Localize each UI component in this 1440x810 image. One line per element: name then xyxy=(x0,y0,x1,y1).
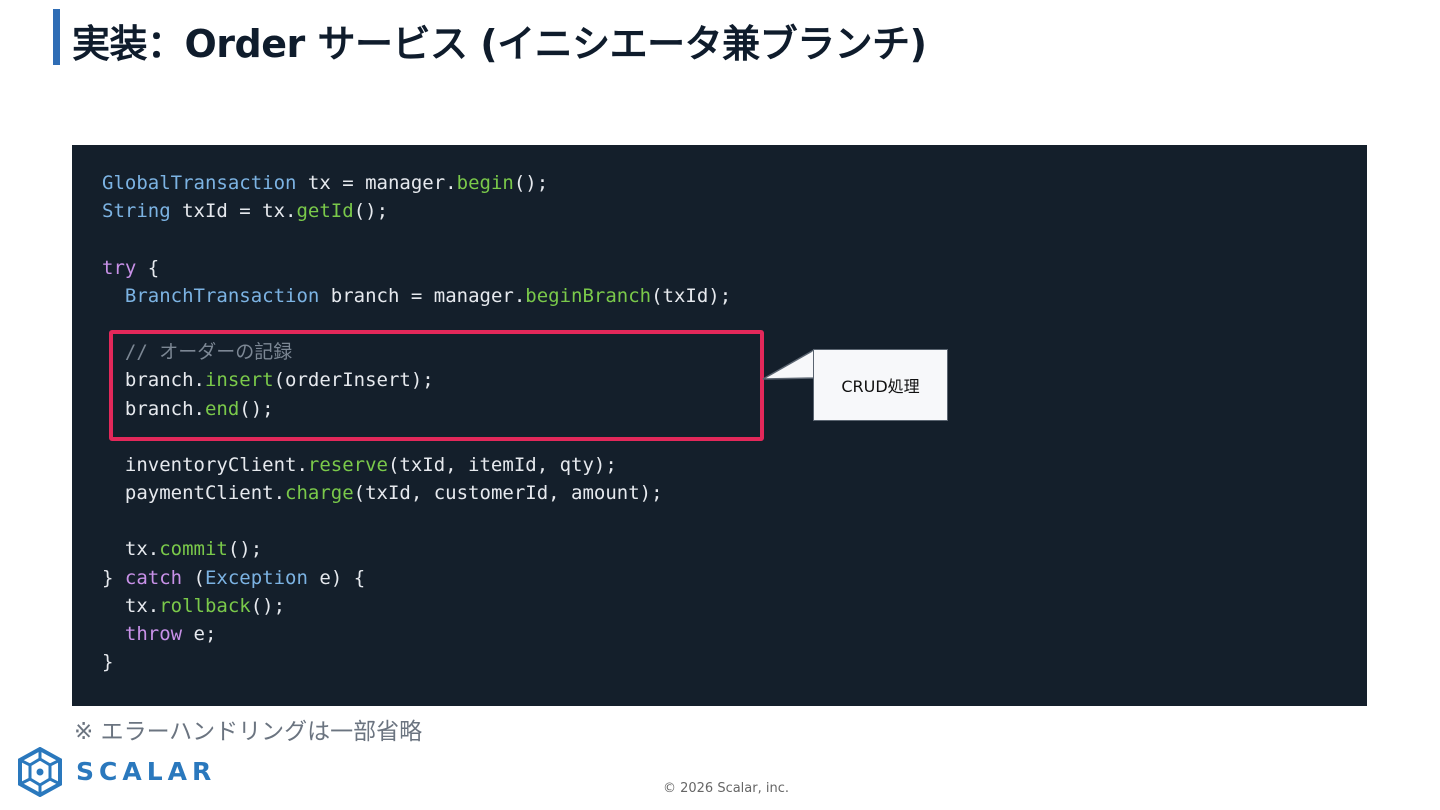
code-token: GlobalTransaction xyxy=(102,172,297,194)
code-token: { xyxy=(136,256,160,279)
code-token: (); xyxy=(250,594,286,617)
callout-pointer xyxy=(762,348,816,380)
code-token: (txId, customerId, amount); xyxy=(353,482,663,505)
code-line: throw e; xyxy=(102,620,731,648)
code-token: inventoryClient. xyxy=(102,453,308,476)
highlight-box xyxy=(109,330,764,441)
code-token: tx. xyxy=(102,594,160,617)
code-line: String txId = tx.getId(); xyxy=(102,197,731,225)
code-token: String xyxy=(102,200,171,223)
code-token: ( xyxy=(182,566,205,589)
code-token: reserve xyxy=(307,453,388,476)
code-token: tx. xyxy=(102,538,160,561)
code-token: } xyxy=(102,566,125,589)
footnote: ※ エラーハンドリングは一部省略 xyxy=(74,719,423,745)
code-token: branch = manager. xyxy=(319,284,526,307)
callout-label: CRUD処理 xyxy=(813,349,948,421)
code-line: BranchTransaction branch = manager.begin… xyxy=(102,282,731,310)
code-line: } catch (Exception e) { xyxy=(102,564,731,592)
code-token: try xyxy=(102,256,137,279)
code-token: (txId); xyxy=(651,284,732,307)
code-token: (); xyxy=(227,538,263,561)
code-line: tx.rollback(); xyxy=(102,592,731,620)
code-token: charge xyxy=(285,482,354,505)
code-token: (txId, itemId, qty); xyxy=(387,453,617,476)
copyright: © 2026 Scalar, inc. xyxy=(662,781,790,796)
code-token: } xyxy=(102,651,114,674)
code-token: commit xyxy=(159,538,228,561)
code-token: BranchTransaction xyxy=(124,284,320,307)
code-line: paymentClient.charge(txId, customerId, a… xyxy=(102,479,731,507)
code-token: (); xyxy=(353,200,389,223)
code-line: inventoryClient.reserve(txId, itemId, qt… xyxy=(102,451,731,479)
code-token: paymentClient. xyxy=(102,482,286,505)
code-token: txId = tx. xyxy=(170,200,297,223)
code-token: Exception xyxy=(204,566,308,589)
code-line: tx.commit(); xyxy=(102,535,731,563)
code-line: GlobalTransaction tx = manager.begin(); xyxy=(102,169,731,197)
code-token: beginBranch xyxy=(525,284,652,307)
code-line: } xyxy=(102,648,731,676)
code-line: try { xyxy=(102,254,731,282)
code-token: e) { xyxy=(307,566,366,589)
code-token: rollback xyxy=(159,594,251,617)
title-accent-bar xyxy=(53,9,60,65)
code-token: begin xyxy=(456,172,514,194)
slide-title: 実装：Order サービス (イニシエータ兼ブランチ) xyxy=(72,22,927,66)
code-token: catch xyxy=(124,566,183,589)
code-token: tx = manager. xyxy=(296,172,457,194)
code-token: (); xyxy=(513,172,549,194)
code-token: throw xyxy=(124,623,183,645)
code-token: getId xyxy=(296,200,354,223)
code-token: e; xyxy=(182,623,217,645)
